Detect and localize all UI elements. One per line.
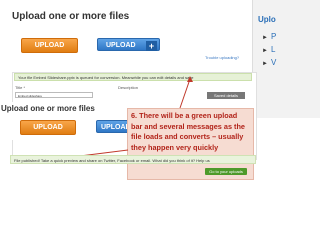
upload-private-button[interactable]: UPLOAD + [97,38,160,51]
sidebar-item-label: L [270,45,276,54]
go-to-uploads-button[interactable]: Go to your uploads [205,168,247,175]
title-field[interactable]: Embed slideshare [15,92,93,98]
sidebar-item-2[interactable]: ► L [262,45,275,54]
sidebar-item-label: V [270,58,277,67]
saved-details-button[interactable]: Saved details [207,92,245,99]
sidebar-item-1[interactable]: ► P [262,32,276,41]
sidebar-item-3[interactable]: ► V [262,58,276,67]
triangle-right-icon: ► [262,61,268,67]
upload-panel-title: Upload one or more files [12,11,130,22]
upload-private-label: UPLOAD [106,42,136,49]
sidebar-item-label: P [270,32,277,41]
plus-icon: + [146,41,157,51]
overlay-upload-private-button[interactable]: UPLOAD [96,120,131,133]
description-label: Description [118,85,139,90]
triangle-right-icon: ► [262,35,268,41]
overlay-title: Upload one or more files [1,104,95,113]
overlay-upload-button[interactable]: UPLOAD [20,120,76,135]
conversion-status-bar: Your file Embed Slideshare.pptx is queue… [14,73,252,81]
trouble-uploading-link[interactable]: Trouble uploading? [205,55,239,60]
title-label: Title * [15,85,26,90]
triangle-right-icon: ► [262,48,268,54]
upload-button[interactable]: UPLOAD [21,38,78,53]
published-status-bar: File published! Take a quick preview and… [10,155,256,164]
sidebar-heading: Uplo [258,15,276,24]
